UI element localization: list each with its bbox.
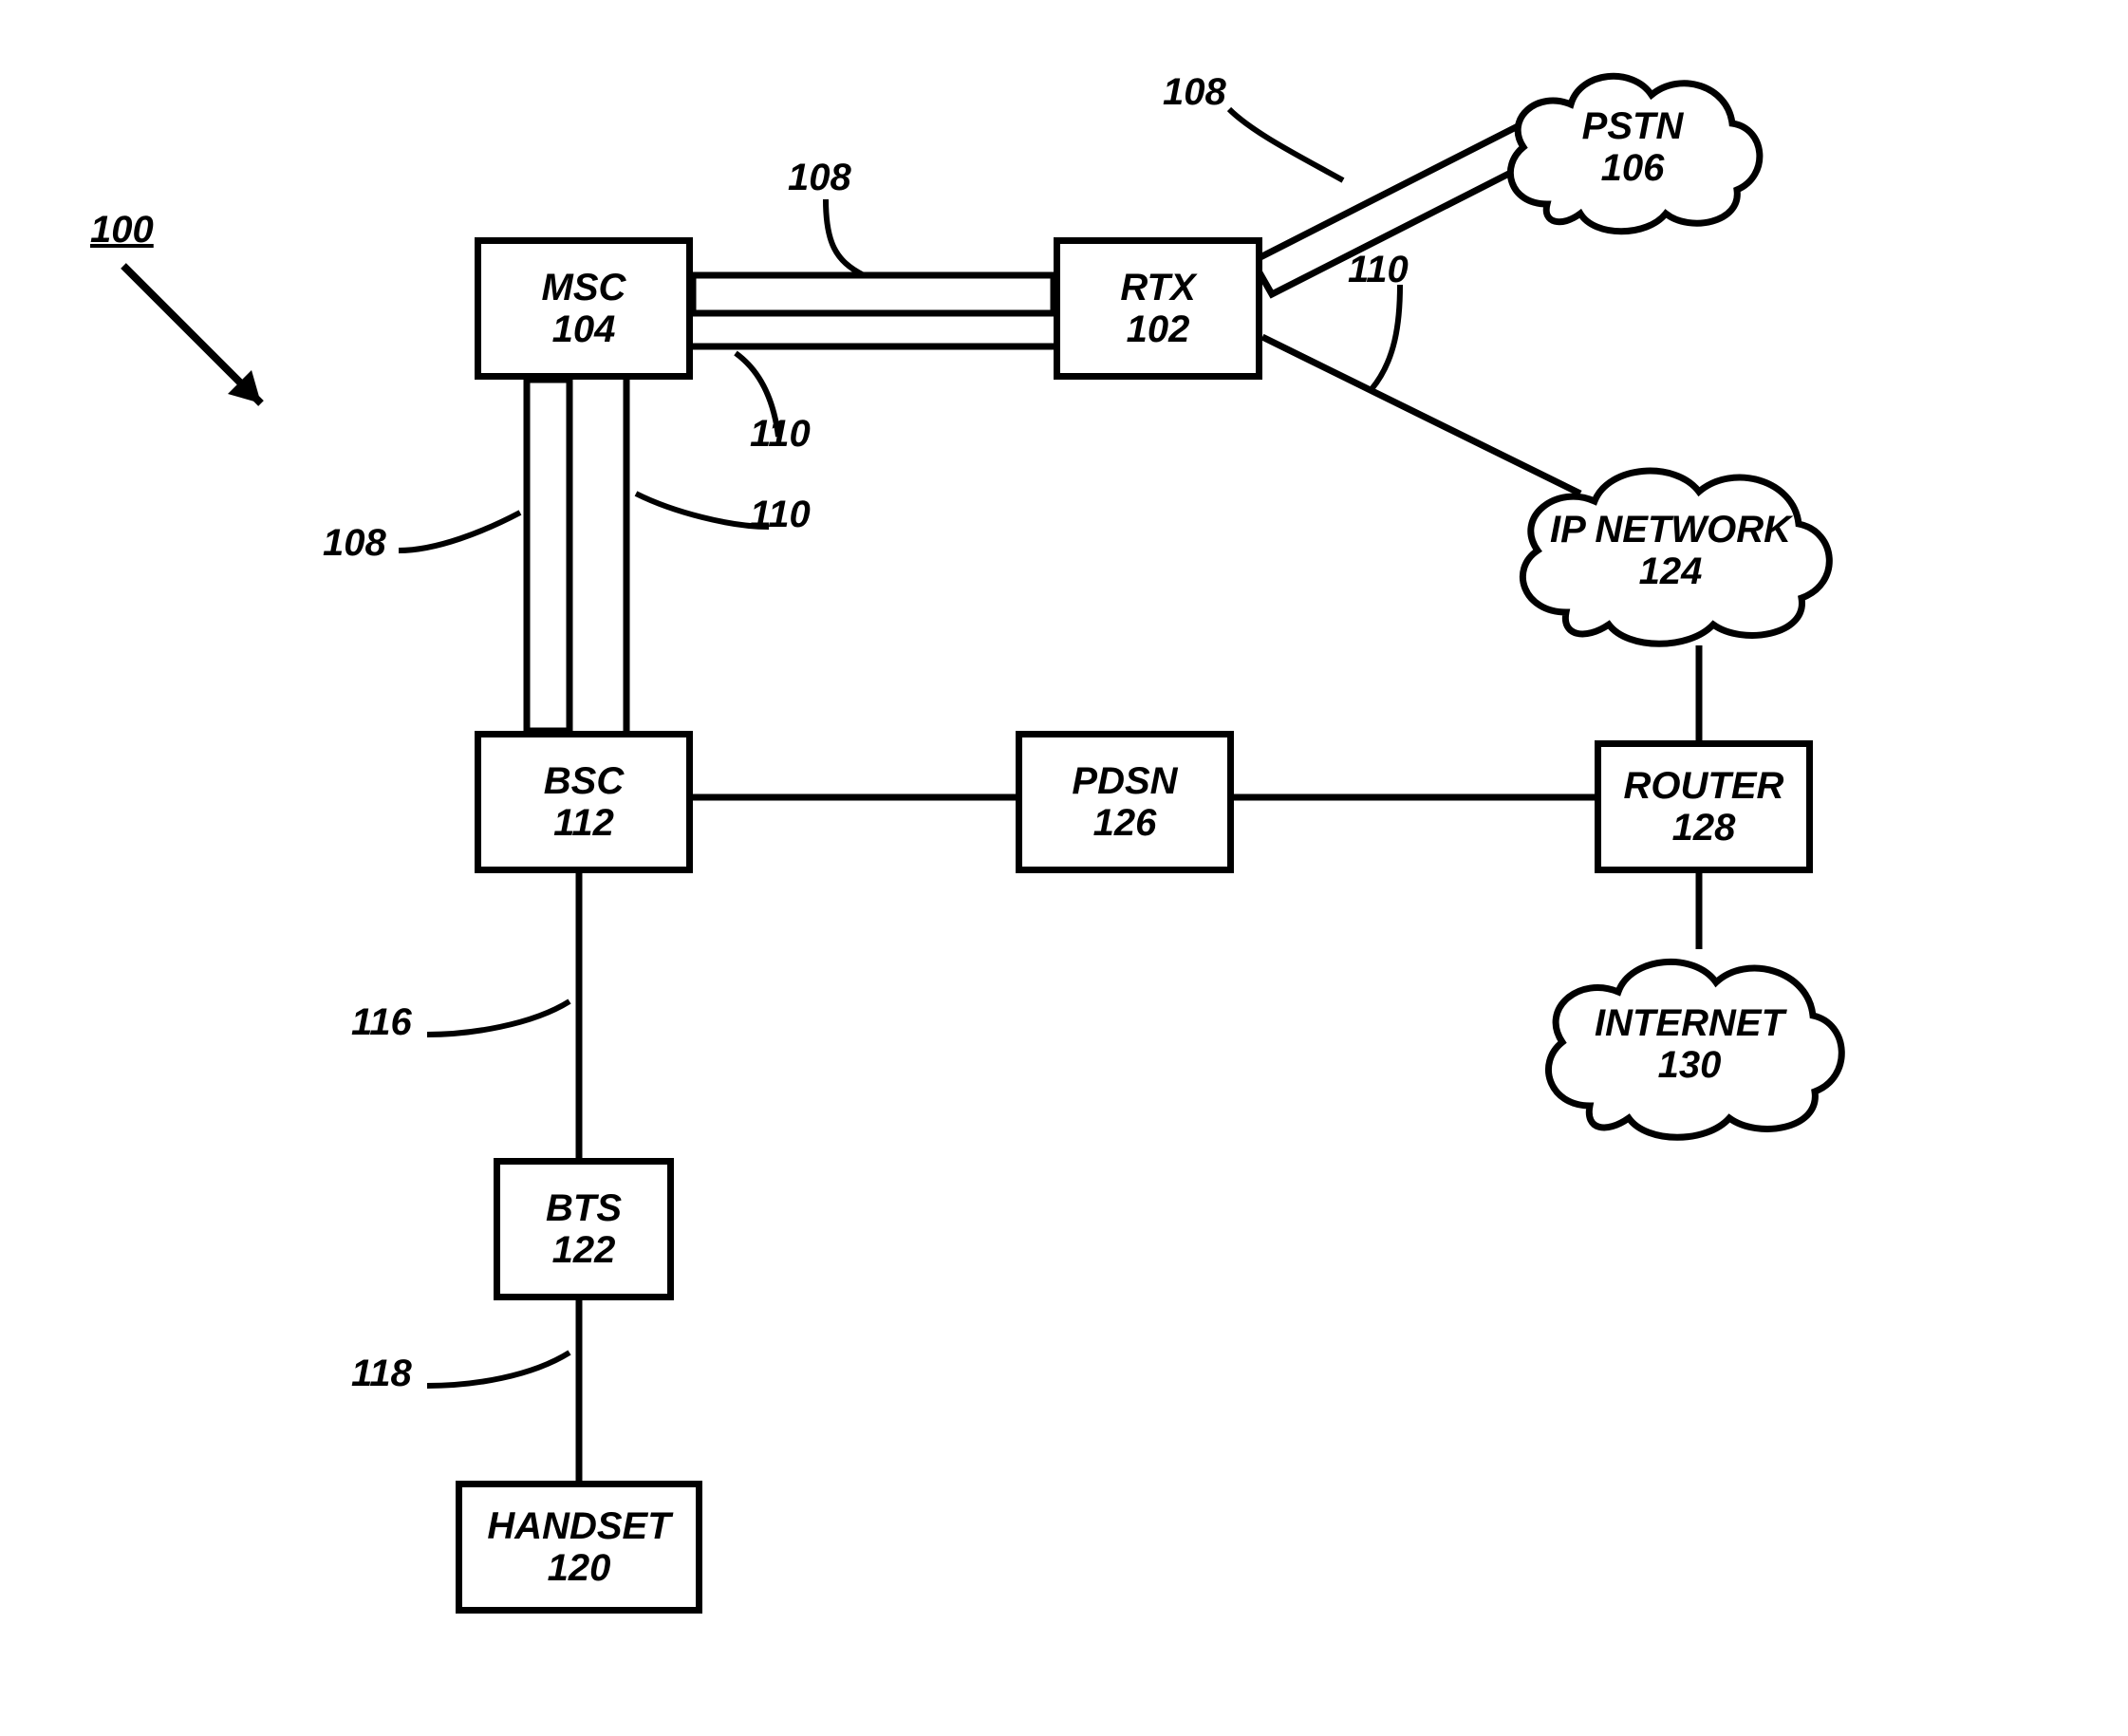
edge-label-text: 110 (1348, 249, 1409, 290)
edge-label-text: 108 (1163, 71, 1226, 113)
figure-ref-label: 100 (90, 209, 154, 252)
node-handset-name: HANDSET (487, 1505, 670, 1547)
node-bsc: BSC 112 (475, 731, 693, 873)
edge-label-text: 110 (750, 413, 811, 455)
node-msc-num: 104 (552, 308, 616, 350)
node-pdsn-name: PDSN (1072, 760, 1177, 802)
edge-label-text: 116 (351, 1001, 412, 1043)
edge-label-text: 108 (788, 157, 851, 198)
edge-label-text: 110 (750, 494, 811, 535)
node-router-name: ROUTER (1624, 765, 1784, 807)
node-pstn-num: 106 (1601, 147, 1665, 189)
figure-ref-text: 100 (90, 209, 154, 251)
node-pstn-name: PSTN (1582, 105, 1684, 147)
node-bsc-name: BSC (544, 760, 624, 802)
node-pstn: PSTN 106 (1490, 52, 1775, 242)
node-handset: HANDSET 120 (456, 1481, 702, 1614)
edge-label-108-top: 108 (788, 157, 851, 199)
node-ipnet-num: 124 (1639, 551, 1703, 592)
node-handset-num: 120 (548, 1547, 611, 1589)
edge-label-118: 118 (351, 1353, 412, 1395)
node-bsc-num: 112 (553, 802, 614, 844)
edge-label-110-ip: 110 (1348, 249, 1409, 291)
node-internet: INTERNET 130 (1528, 940, 1851, 1148)
node-bts-num: 122 (552, 1229, 616, 1271)
edge-label-text: 108 (323, 522, 386, 564)
edge-label-110-mid: 110 (750, 413, 811, 456)
edge-label-116: 116 (351, 1001, 412, 1044)
node-pdsn: PDSN 126 (1016, 731, 1234, 873)
node-bts: BTS 122 (494, 1158, 674, 1300)
node-ipnet: IP NETWORK 124 (1500, 446, 1841, 655)
node-router-num: 128 (1672, 807, 1736, 849)
edge-label-110-right: 110 (750, 494, 811, 536)
node-msc: MSC 104 (475, 237, 693, 380)
node-msc-name: MSC (542, 267, 626, 308)
edge-label-text: 118 (351, 1353, 412, 1394)
diagram-canvas: 100 MSC 104 RTX 102 BSC 112 PDSN 126 ROU… (0, 0, 2128, 1736)
node-pdsn-num: 126 (1093, 802, 1157, 844)
edge-label-108-left: 108 (323, 522, 386, 565)
node-internet-num: 130 (1658, 1044, 1722, 1086)
node-internet-name: INTERNET (1595, 1002, 1784, 1044)
edge-label-108-pstn: 108 (1163, 71, 1226, 114)
node-rtx: RTX 102 (1054, 237, 1262, 380)
node-rtx-num: 102 (1127, 308, 1190, 350)
node-rtx-name: RTX (1120, 267, 1195, 308)
node-router: ROUTER 128 (1595, 740, 1813, 873)
node-ipnet-name: IP NETWORK (1550, 509, 1791, 551)
node-bts-name: BTS (546, 1187, 622, 1229)
